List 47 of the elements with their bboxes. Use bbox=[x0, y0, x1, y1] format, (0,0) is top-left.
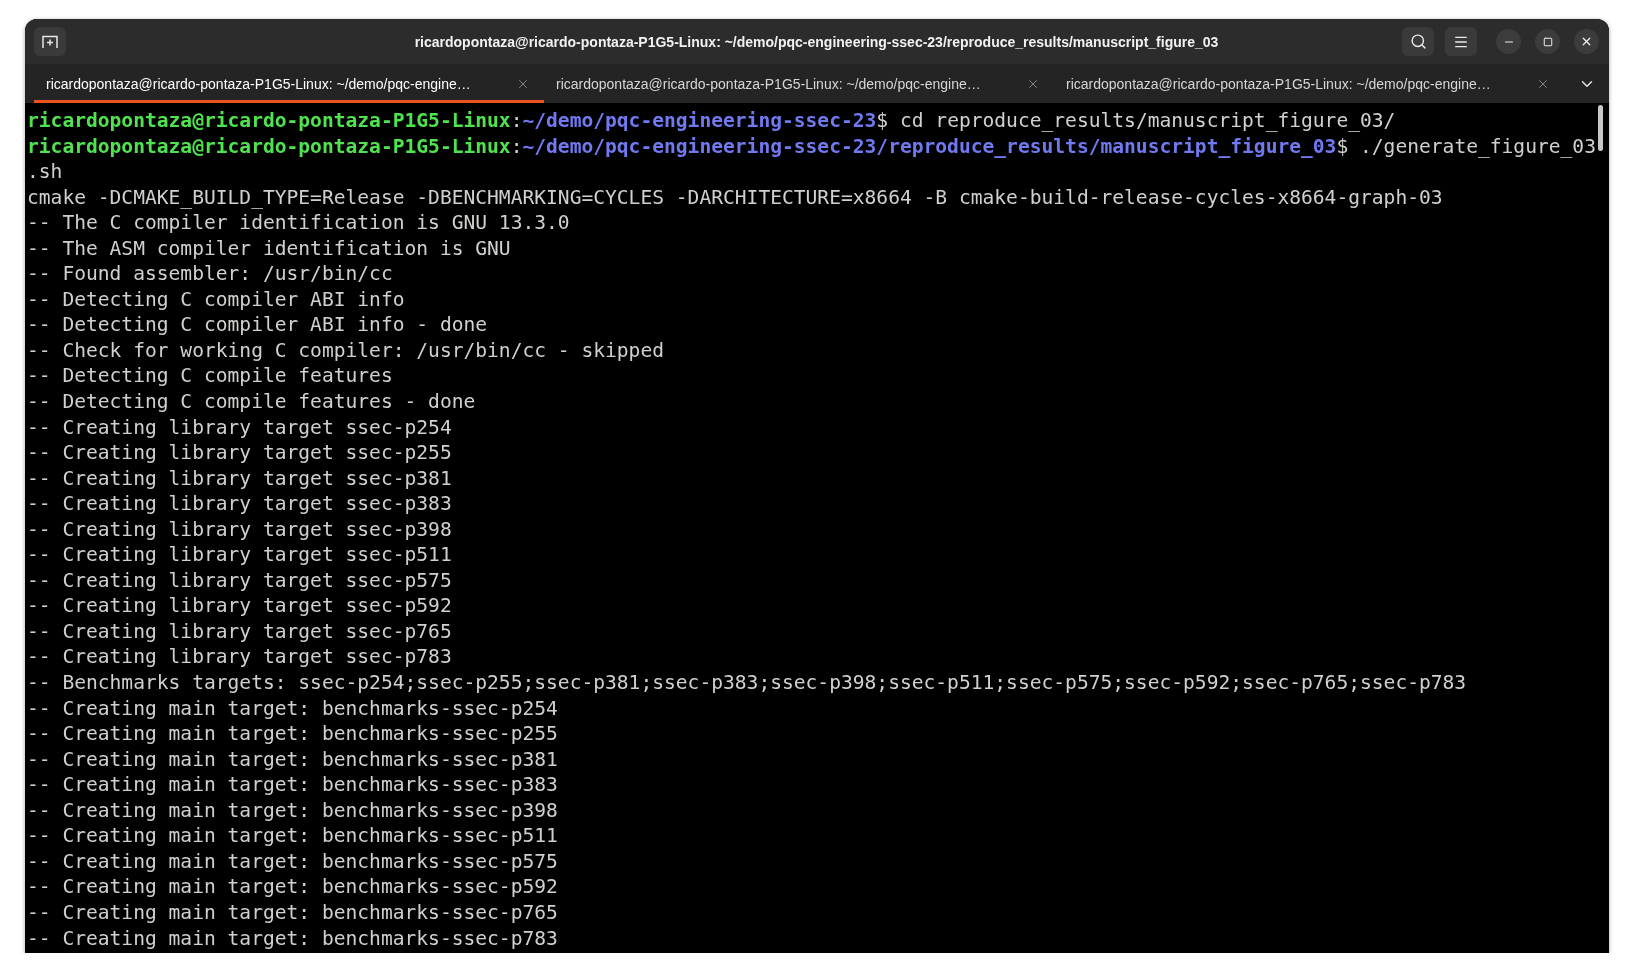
output-line: -- Creating library target ssec-p511 bbox=[27, 542, 452, 568]
output-line: -- Creating main target: benchmarks-ssec-p511 bbox=[27, 823, 558, 849]
new-tab-button[interactable] bbox=[34, 27, 66, 56]
output-line: -- The ASM compiler identification is GNU bbox=[27, 235, 511, 262]
close-icon bbox=[1580, 35, 1593, 48]
output-line: -- Creating library target ssec-p398 bbox=[27, 516, 452, 543]
maximize-button[interactable] bbox=[1535, 29, 1560, 54]
output-line: -- Creating library target ssec-p383 bbox=[27, 491, 452, 517]
output-line: -- Creating library target ssec-p592 bbox=[27, 593, 452, 619]
output-line: -- Detecting C compiler ABI info - done bbox=[27, 312, 488, 338]
menu-button[interactable] bbox=[1445, 27, 1477, 56]
terminal-tab[interactable]: ricardopontaza@ricardo-pontaza-P1G5-Linux: ~/demo/pqc-engine… bbox=[1054, 64, 1564, 103]
prompt-line: ricardopontaza@ricardo-pontaza-P1G5-Linux:~/demo/pqc-engineering-ssec-23$ cd reproduce_results/manuscript_figure_03/ bbox=[27, 108, 1396, 134]
search-icon bbox=[1409, 33, 1427, 50]
output-line: -- Detecting C compiler ABI info bbox=[27, 286, 405, 313]
output-line: -- Benchmarks targets: ssec-p254;ssec-p255;ssec-p381;ssec-p383;ssec-p398;ssec-p511;ssec-p575;ssec-p592;ssec-p765;ssec-p783 bbox=[27, 670, 1467, 696]
maximize-icon bbox=[1542, 36, 1553, 47]
window-title: ricardopontaza@ricardo-pontaza-P1G5-Linux: ~/demo/pqc-engineering-ssec-23/reproduce_results/manuscript_figure_03 bbox=[414, 33, 1219, 50]
output-line: -- Creating main target: benchmarks-ssec-p575 bbox=[27, 848, 558, 875]
output-line: -- Creating main target: benchmarks-ssec-p398 bbox=[27, 797, 558, 824]
scrollbar-thumb[interactable] bbox=[1598, 105, 1603, 151]
output-line: -- Creating library target ssec-p783 bbox=[27, 644, 452, 671]
output-line: -- Creating main target: benchmarks-ssec-p381 bbox=[27, 746, 558, 773]
close-button[interactable] bbox=[1574, 29, 1599, 54]
output-line: -- Creating library target ssec-p255 bbox=[27, 440, 452, 466]
output-line: cmake -DCMAKE_BUILD_TYPE=Release -DBENCHMARKING=CYCLES -DARCHITECTURE=x8664 -B cmake-build-release-cycles-x8664-graph-03 bbox=[27, 184, 1443, 211]
output-line: -- Found assembler: /usr/bin/cc bbox=[27, 261, 393, 287]
output-line: -- Creating library target ssec-p254 bbox=[27, 414, 452, 441]
output-line: -- Creating library target ssec-p381 bbox=[27, 465, 452, 492]
output-line: .sh bbox=[27, 159, 63, 185]
output-line: -- Check for working C compiler: /usr/bin/cc - skipped bbox=[27, 337, 664, 364]
minimize-button[interactable] bbox=[1496, 29, 1521, 54]
prompt-line: ricardopontaza@ricardo-pontaza-P1G5-Linux:~/demo/pqc-engineering-ssec-23/reproduce_results/manuscript_figure_03$ ./generate_figure_03 bbox=[27, 133, 1596, 160]
search-button[interactable] bbox=[1402, 27, 1434, 56]
terminal-tab[interactable]: ricardopontaza@ricardo-pontaza-P1G5-Linux: ~/demo/pqc-engine… bbox=[544, 64, 1054, 103]
output-line: -- Detecting C compile features bbox=[27, 363, 393, 389]
output-line: -- Creating main target: benchmarks-ssec-p255 bbox=[27, 721, 558, 747]
new-tab-icon bbox=[42, 34, 58, 49]
output-line: -- The C compiler identification is GNU 13.3.0 bbox=[27, 210, 570, 236]
output-line: -- Creating main target: benchmarks-ssec-p254 bbox=[27, 695, 558, 722]
output-line: -- Creating main target: benchmarks-ssec-p783 bbox=[27, 925, 558, 952]
output-line: -- Creating main target: benchmarks-ssec-p765 bbox=[27, 899, 558, 926]
output-line: -- Creating library target ssec-p575 bbox=[27, 567, 452, 594]
output-line: -- Creating main target: benchmarks-ssec-p592 bbox=[27, 874, 558, 900]
output-line: -- Creating library target ssec-p765 bbox=[27, 618, 452, 645]
output-line: -- Detecting C compile features - done bbox=[27, 389, 476, 415]
output-line: -- Creating main target: benchmarks-ssec-p383 bbox=[27, 772, 558, 798]
